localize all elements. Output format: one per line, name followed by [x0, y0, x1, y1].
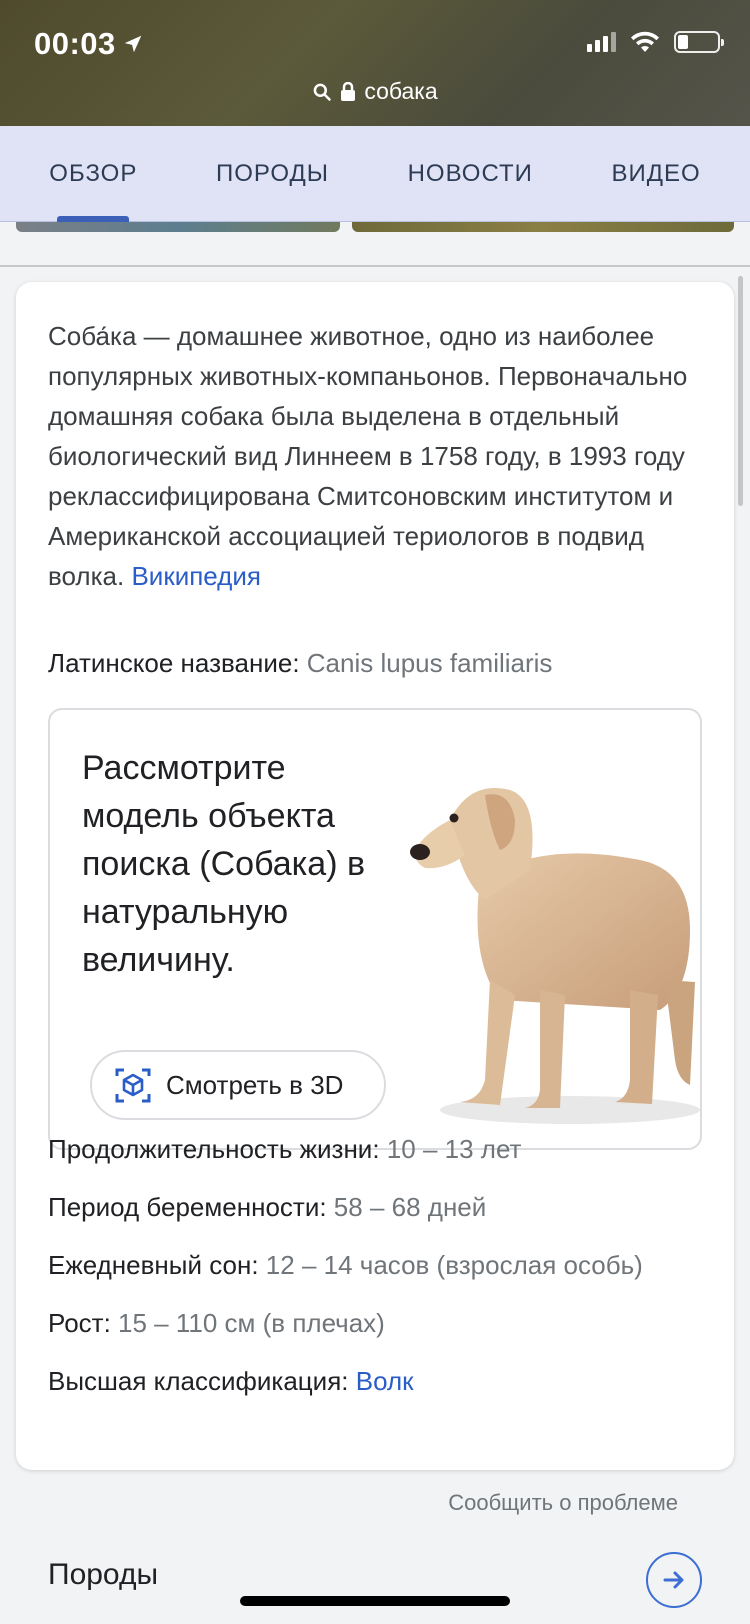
- classification-link[interactable]: Волк: [356, 1366, 414, 1396]
- home-indicator[interactable]: [240, 1596, 510, 1606]
- clock: 00:03: [34, 26, 144, 62]
- description-text: Соба́ка — домашнее животное, одно из наи…: [48, 321, 688, 591]
- gestation-row: Период беременности: 58 – 68 дней: [48, 1192, 486, 1223]
- latin-name-value: Canis lupus familiaris: [306, 648, 553, 678]
- search-tabs: ОБЗОР ПОРОДЫ НОВОСТИ ВИДЕО: [0, 126, 750, 222]
- height-label: Рост:: [48, 1308, 111, 1338]
- height-value: 15 – 110 см (в плечах): [118, 1308, 385, 1338]
- sleep-value: 12 – 14 часов (взрослая особь): [265, 1250, 643, 1280]
- arrow-right-icon: [663, 1571, 684, 1589]
- cellular-signal-icon: [587, 32, 616, 52]
- classification-label: Высшая классификация:: [48, 1366, 349, 1396]
- battery-icon: [674, 31, 724, 53]
- tab-overview[interactable]: ОБЗОР: [49, 126, 137, 222]
- lifespan-label: Продолжительность жизни:: [48, 1134, 380, 1164]
- view-in-3d-label: Смотреть в 3D: [166, 1069, 344, 1100]
- classification-row: Высшая классификация: Волк: [48, 1366, 414, 1397]
- wifi-icon: [631, 31, 659, 52]
- lifespan-value: 10 – 13 лет: [386, 1134, 522, 1164]
- status-bar: 00:03 собака: [0, 0, 750, 126]
- url-bar[interactable]: собака: [0, 78, 750, 105]
- sleep-label: Ежедневный сон:: [48, 1250, 259, 1280]
- wikipedia-link[interactable]: Википедия: [131, 561, 261, 591]
- gestation-label: Период беременности:: [48, 1192, 327, 1222]
- search-icon: [313, 83, 332, 101]
- height-row: Рост: 15 – 110 см (в плечах): [48, 1308, 385, 1339]
- image-strip: [0, 222, 750, 234]
- latin-name-label: Латинское название:: [48, 648, 300, 678]
- scrollbar[interactable]: [738, 276, 743, 506]
- ar-model-text: Рассмотрите модель объекта поиска (Собак…: [82, 749, 366, 979]
- divider: [0, 265, 750, 267]
- gestation-value: 58 – 68 дней: [333, 1192, 487, 1222]
- latin-name-row: Латинское название: Canis lupus familiar…: [48, 648, 552, 679]
- location-arrow-icon: [124, 35, 142, 53]
- report-problem-link[interactable]: Сообщить о проблеме: [448, 1490, 678, 1516]
- lifespan-row: Продолжительность жизни: 10 – 13 лет: [48, 1134, 521, 1165]
- dog-3d-image: [410, 788, 700, 1124]
- clock-time: 00:03: [34, 26, 116, 61]
- breeds-next-button[interactable]: [646, 1552, 702, 1608]
- view-in-3d-button[interactable]: Смотреть в 3D: [90, 1050, 386, 1120]
- url-query: собака: [364, 78, 438, 104]
- tab-breeds[interactable]: ПОРОДЫ: [216, 126, 329, 222]
- cube-3d-icon: [115, 1068, 151, 1103]
- breeds-section-title: Породы: [48, 1558, 159, 1591]
- description: Соба́ка — домашнее животное, одно из наи…: [48, 316, 698, 596]
- sleep-row: Ежедневный сон: 12 – 14 часов (взрослая …: [48, 1250, 643, 1281]
- tab-video[interactable]: ВИДЕО: [612, 126, 701, 222]
- status-icons: [587, 30, 724, 54]
- lock-icon: [341, 81, 356, 101]
- tab-news[interactable]: НОВОСТИ: [408, 126, 533, 222]
- knowledge-card: Соба́ка — домашнее животное, одно из наи…: [16, 282, 734, 1470]
- ar-model-box[interactable]: Рассмотрите модель объекта поиска (Собак…: [48, 708, 702, 1150]
